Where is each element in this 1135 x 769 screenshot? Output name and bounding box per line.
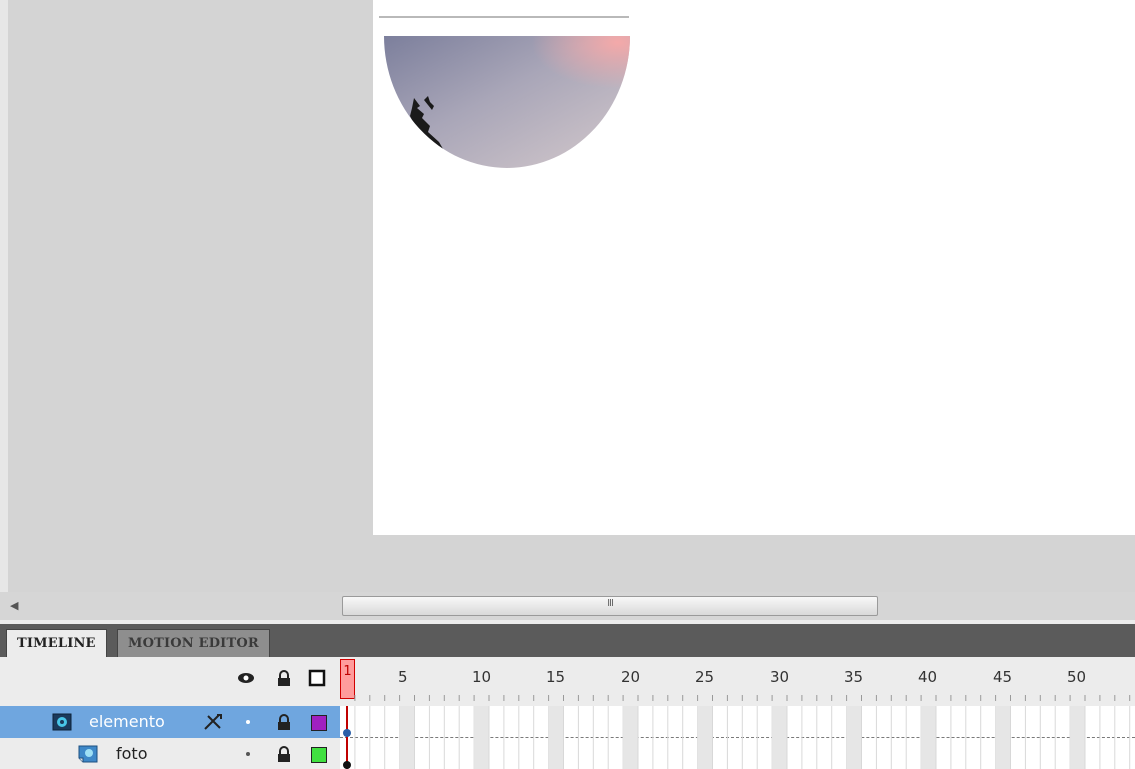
frames-elemento[interactable]: [340, 706, 1135, 738]
layer-header-elemento[interactable]: elemento: [0, 706, 340, 738]
photo-semicircle-image: [384, 36, 630, 168]
frame-grid-elemento: [354, 706, 1131, 738]
tab-motion-editor[interactable]: MOTION EDITOR: [117, 629, 270, 657]
frame-number-5: 5: [398, 668, 408, 686]
masked-layer-icon: [78, 745, 98, 763]
frame-number-45: 45: [993, 668, 1013, 686]
visibility-toggle-elemento[interactable]: [246, 720, 250, 724]
tab-timeline[interactable]: TIMELINE: [6, 629, 107, 657]
scrollbar-thumb[interactable]: III: [342, 596, 878, 616]
timeline-header: 1 5 10 15 20 25 30 35 40 45 50: [0, 657, 1135, 701]
lock-icon-foto[interactable]: [276, 746, 292, 763]
layer-name-foto[interactable]: foto: [116, 744, 147, 764]
layer-row-foto[interactable]: foto: [0, 738, 1135, 769]
pasteboard: [0, 0, 1135, 592]
frame-number-35: 35: [844, 668, 864, 686]
frame-number-50: 50: [1067, 668, 1087, 686]
pasteboard-edge: [0, 0, 8, 592]
timeline-panel: TIMELINE MOTION EDITOR 1 5 10 15 20 25 3…: [0, 620, 1135, 769]
frame-number-40: 40: [918, 668, 938, 686]
frame-number-15: 15: [546, 668, 566, 686]
frame-number-20: 20: [621, 668, 641, 686]
frame-grid-foto: [354, 738, 1131, 769]
show-hide-all-layers-eye-icon[interactable]: [237, 669, 255, 687]
outline-color-swatch-foto[interactable]: [311, 747, 327, 763]
scroll-left-arrow-icon[interactable]: ◀: [10, 598, 26, 614]
scrollbar-grip: III: [607, 598, 614, 609]
layer-header-foto[interactable]: foto: [0, 738, 340, 769]
masked-photo[interactable]: [384, 36, 630, 168]
edit-pencil-icon: [202, 713, 224, 731]
layer-row-elemento[interactable]: elemento: [0, 706, 1135, 738]
show-all-layers-as-outlines-icon[interactable]: [308, 669, 326, 687]
panel-tab-bar: TIMELINE MOTION EDITOR: [0, 624, 1135, 657]
stage-horizontal-scrollbar[interactable]: ◀ III: [0, 592, 1135, 620]
playhead[interactable]: 1: [340, 659, 355, 699]
visibility-toggle-foto[interactable]: [246, 752, 250, 756]
stage-guide-line: [379, 16, 629, 18]
frame-number-30: 30: [770, 668, 790, 686]
layer-name-elemento[interactable]: elemento: [89, 712, 165, 732]
lock-all-layers-icon[interactable]: [275, 669, 293, 687]
frame-ruler[interactable]: 1 5 10 15 20 25 30 35 40 45 50: [340, 657, 1135, 701]
frames-foto[interactable]: [340, 738, 1135, 769]
frame-number-10: 10: [472, 668, 492, 686]
frame-ticks: [354, 695, 1131, 701]
frame-number-25: 25: [695, 668, 715, 686]
outline-color-swatch-elemento[interactable]: [311, 715, 327, 731]
keyframe-foto: [343, 761, 351, 769]
lock-icon-elemento[interactable]: [276, 714, 292, 731]
mask-layer-icon: [52, 713, 72, 731]
